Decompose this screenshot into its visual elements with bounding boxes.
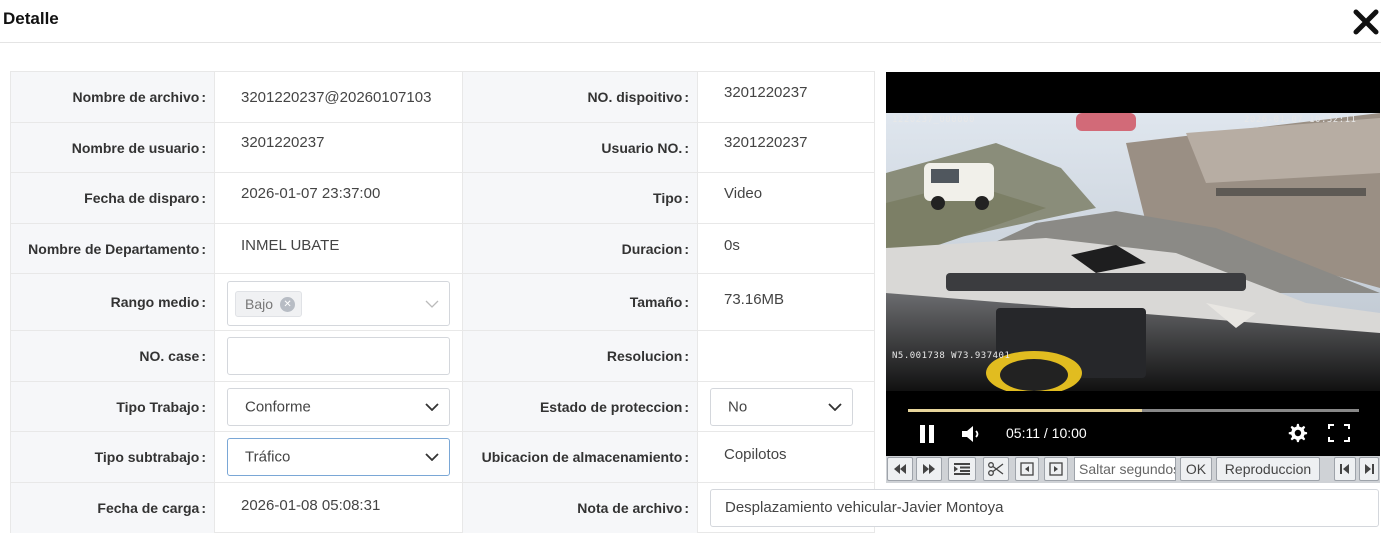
pause-icon[interactable] bbox=[919, 424, 935, 444]
scissors-icon bbox=[988, 462, 1004, 476]
field-label: Tipo subtrabajo: bbox=[11, 432, 215, 482]
fast-forward-icon bbox=[923, 464, 935, 474]
form-row: Rango medio: Bajo ✕ Tamaño: 73.16MB bbox=[11, 274, 874, 331]
video-frame bbox=[886, 113, 1380, 391]
file-name-value: 3201220237@20260107103 bbox=[241, 88, 432, 106]
field-label: Nombre de Departamento: bbox=[11, 224, 215, 273]
field-label: Tipo Trabajo: bbox=[11, 382, 215, 431]
field-label: Rango medio: bbox=[11, 274, 215, 330]
skip-start-button[interactable] bbox=[1334, 457, 1356, 481]
field-label: Ubicacion de almacenamiento: bbox=[462, 432, 698, 482]
work-type-select[interactable]: Conforme bbox=[227, 388, 450, 426]
fullscreen-icon[interactable] bbox=[1327, 423, 1351, 443]
field-label: Fecha de carga: bbox=[11, 483, 215, 533]
field-label: Nombre de archivo: bbox=[11, 72, 215, 122]
form-row: Tipo Trabajo: Conforme Estado de protecc… bbox=[11, 382, 874, 432]
settings-gear-icon[interactable] bbox=[1286, 422, 1308, 444]
osd-timestamp: 2026-01-07 10:32:11 bbox=[1244, 115, 1357, 125]
detail-form: Nombre de archivo: 3201220237@2026010710… bbox=[10, 71, 875, 533]
clip-button[interactable] bbox=[983, 457, 1009, 481]
progress-bar[interactable] bbox=[908, 409, 1359, 412]
list-indent-button[interactable] bbox=[948, 457, 976, 481]
subwork-type-select[interactable]: Tráfico bbox=[227, 438, 450, 476]
next-frame-icon bbox=[1049, 462, 1063, 476]
chevron-down-icon bbox=[425, 300, 439, 308]
player-toolbar: Saltar segundos OK Reproduccion bbox=[886, 456, 1380, 483]
form-row: NO. case: Resolucion: bbox=[11, 331, 874, 382]
form-row: Tipo subtrabajo: Tráfico Ubicacion de al… bbox=[11, 432, 874, 483]
fast-forward-button[interactable] bbox=[916, 457, 942, 481]
seek-ok-button[interactable]: OK bbox=[1180, 457, 1212, 481]
rewind-icon bbox=[894, 464, 906, 474]
case-number-input[interactable] bbox=[227, 337, 450, 375]
prev-frame-button[interactable] bbox=[1015, 457, 1039, 481]
volume-icon[interactable] bbox=[961, 424, 983, 444]
dialog-header: Detalle bbox=[0, 0, 1381, 43]
chevron-down-icon bbox=[828, 403, 842, 411]
form-row: Nombre de archivo: 3201220237@2026010710… bbox=[11, 72, 874, 123]
prev-frame-icon bbox=[1020, 462, 1034, 476]
progress-played bbox=[908, 409, 1142, 412]
playback-rate-button[interactable]: Reproduccion bbox=[1216, 457, 1320, 481]
field-label: NO. dispoitivo: bbox=[462, 72, 698, 122]
field-label: Nota de archivo: bbox=[462, 483, 698, 533]
field-label: Tipo: bbox=[462, 173, 698, 223]
playback-time: 05:11 / 10:00 bbox=[1006, 425, 1087, 441]
type-value: Video bbox=[724, 184, 763, 202]
user-name-value: 3201220237 bbox=[241, 134, 325, 151]
duration-value: 0s bbox=[724, 237, 740, 254]
form-row: Nombre de usuario: 3201220237 Usuario NO… bbox=[11, 123, 874, 173]
rewind-button[interactable] bbox=[887, 457, 913, 481]
field-label: Fecha de disparo: bbox=[11, 173, 215, 223]
skip-end-icon bbox=[1365, 464, 1374, 474]
range-multiselect[interactable]: Bajo ✕ bbox=[227, 281, 450, 326]
protection-state-select[interactable]: No bbox=[710, 388, 853, 426]
chevron-down-icon bbox=[425, 403, 439, 411]
field-label: Usuario NO.: bbox=[462, 123, 698, 172]
tag-remove-icon[interactable]: ✕ bbox=[280, 297, 296, 312]
file-note-input[interactable]: Desplazamiento vehicular-Javier Montoya bbox=[710, 489, 1379, 527]
user-number-value: 3201220237 bbox=[724, 134, 808, 151]
skip-end-button[interactable] bbox=[1359, 457, 1379, 481]
field-label: Resolucion: bbox=[462, 331, 698, 381]
range-tag: Bajo ✕ bbox=[235, 291, 303, 317]
field-label: NO. case: bbox=[11, 331, 215, 381]
select-value: Tráfico bbox=[245, 448, 291, 466]
device-number-value: 3201220237 bbox=[724, 83, 808, 101]
trigger-date-value: 2026-01-07 23:37:00 bbox=[241, 184, 381, 202]
video-player[interactable]: 1220237_000000 2026-01-07 10:32:11 N5.00… bbox=[886, 72, 1380, 456]
form-row: Fecha de disparo: 2026-01-07 23:37:00 Ti… bbox=[11, 173, 874, 224]
chevron-down-icon bbox=[425, 453, 439, 461]
list-indent-icon bbox=[954, 463, 970, 475]
select-value: Conforme bbox=[245, 398, 311, 416]
form-row: Nombre de Departamento: INMEL UBATE Dura… bbox=[11, 224, 874, 274]
osd-camera-id: 1220237_000000 bbox=[892, 115, 975, 125]
osd-gps: N5.001738 W73.937401 bbox=[892, 351, 1011, 361]
dialog-title: Detalle bbox=[3, 9, 59, 28]
skip-start-icon bbox=[1340, 464, 1349, 474]
size-value: 73.16MB bbox=[724, 290, 785, 308]
field-label: Nombre de usuario: bbox=[11, 123, 215, 172]
resolution-value bbox=[724, 331, 874, 381]
next-frame-button[interactable] bbox=[1044, 457, 1068, 481]
field-label: Tamaño: bbox=[462, 274, 698, 330]
field-label: Estado de proteccion: bbox=[462, 382, 698, 431]
storage-location-value: Copilotos bbox=[724, 445, 787, 463]
department-value: INMEL UBATE bbox=[241, 237, 340, 254]
field-label: Duracion: bbox=[462, 224, 698, 273]
close-icon[interactable] bbox=[1352, 8, 1380, 36]
upload-date-value: 2026-01-08 05:08:31 bbox=[241, 496, 381, 514]
seek-seconds-input[interactable]: Saltar segundos bbox=[1074, 457, 1176, 481]
select-value: No bbox=[728, 398, 748, 416]
